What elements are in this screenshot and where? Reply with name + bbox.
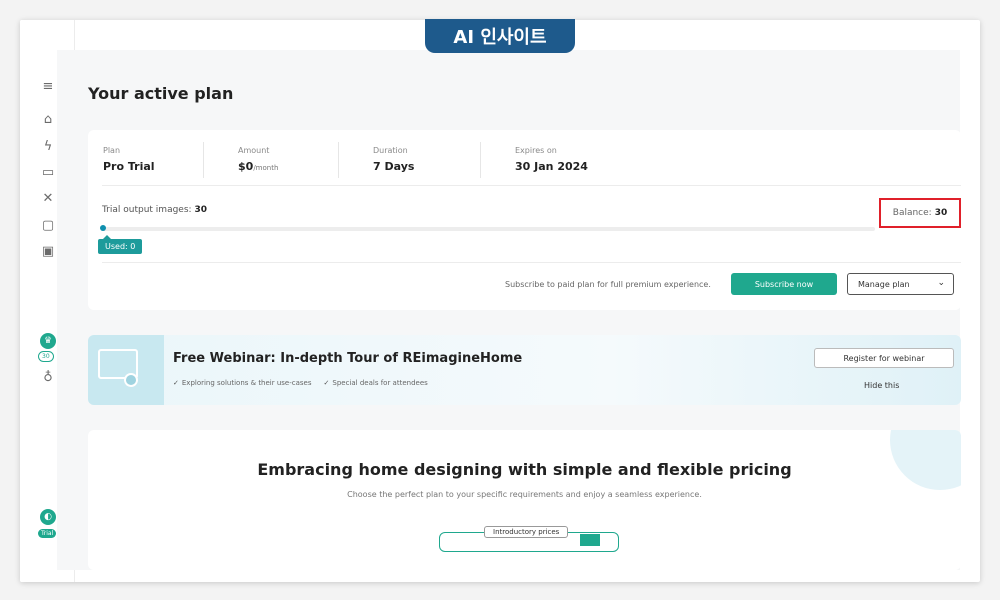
trial-output: Trial output images: 30	[102, 205, 207, 215]
plan-card: Plan Pro Trial Amount $0/month Duration …	[88, 130, 961, 310]
trial-output-value: 30	[194, 205, 207, 215]
divider	[102, 262, 961, 263]
pricing-section: Embracing home designing with simple and…	[88, 430, 961, 570]
manage-plan-label: Manage plan	[858, 279, 910, 289]
amount-value: $0/month	[238, 160, 278, 173]
webinar-illustration	[88, 335, 164, 405]
header-banner: AI 인사이트	[425, 19, 575, 53]
amount-number: $0	[238, 160, 254, 173]
webinar-point-text: Special deals for attendees	[332, 379, 428, 387]
webinar-points: ✓ Exploring solutions & their use-cases ✓…	[173, 379, 428, 387]
plan-stat: Plan Pro Trial	[103, 146, 155, 173]
balance-value: 30	[934, 208, 948, 218]
amount-stat: Amount $0/month	[238, 146, 278, 173]
introductory-prices-label: Introductory prices	[484, 526, 569, 538]
check-icon: ✓	[323, 379, 330, 387]
amount-unit: /month	[253, 164, 279, 172]
subscribe-button[interactable]: Subscribe now	[731, 273, 837, 295]
chat-icon[interactable]: ▢	[40, 218, 56, 234]
plan-label: Plan	[103, 146, 121, 155]
duration-stat: Duration 7 Days	[373, 146, 414, 173]
usage-progress	[102, 227, 875, 231]
webinar-point: ✓ Special deals for attendees	[324, 379, 428, 387]
balance-label: Balance:	[892, 208, 932, 218]
divider	[338, 142, 339, 178]
duration-value: 7 Days	[373, 160, 415, 173]
webinar-title: Free Webinar: In-depth Tour of REimagine…	[173, 351, 523, 366]
divider	[203, 142, 204, 178]
clock-icon	[124, 373, 138, 387]
pricing-tag	[580, 534, 600, 546]
trial-chip: Trial	[38, 529, 57, 538]
duration-label: Duration	[373, 146, 408, 155]
gallery-icon[interactable]: ▣	[40, 244, 56, 260]
lightning-icon[interactable]: ϟ	[40, 139, 56, 155]
chevron-down-icon: ⌄	[937, 278, 945, 288]
menu-icon[interactable]: ≡	[40, 79, 56, 95]
crown-icon[interactable]: ♛	[40, 333, 56, 349]
register-webinar-button[interactable]: Register for webinar	[814, 348, 954, 368]
pricing-subtitle: Choose the perfect plan to your specific…	[347, 490, 702, 499]
webinar-banner: Free Webinar: In-depth Tour of REimagine…	[88, 335, 961, 405]
webinar-point-text: Exploring solutions & their use-cases	[181, 379, 312, 387]
divider	[102, 185, 961, 186]
credits-chip: 30	[38, 351, 54, 362]
balance-box: Balance: 30	[879, 198, 961, 228]
divider	[480, 142, 481, 178]
plan-value: Pro Trial	[103, 160, 155, 173]
hide-link[interactable]: Hide this	[864, 381, 899, 390]
user-avatar-icon[interactable]: ◐	[40, 509, 56, 525]
webinar-point: ✓ Exploring solutions & their use-cases	[173, 379, 312, 387]
page-title: Your active plan	[88, 84, 234, 103]
expires-value: 30 Jan 2024	[515, 160, 588, 173]
amount-label: Amount	[238, 146, 270, 155]
expires-stat: Expires on 30 Jan 2024	[515, 146, 588, 173]
home-icon[interactable]: ⌂	[40, 112, 56, 128]
check-icon: ✓	[173, 379, 179, 387]
moneybag-icon[interactable]: ♁	[40, 370, 56, 386]
folder-icon[interactable]: ▭	[40, 165, 56, 181]
trial-output-label: Trial output images:	[102, 205, 192, 215]
used-chip: Used: 0	[98, 235, 143, 254]
usage-marker	[100, 225, 106, 231]
tools-icon[interactable]: ✕	[40, 191, 56, 207]
manage-plan-button[interactable]: Manage plan ⌄	[847, 273, 954, 295]
expires-label: Expires on	[515, 146, 557, 155]
pricing-title: Embracing home designing with simple and…	[257, 460, 792, 479]
subscribe-text: Subscribe to paid plan for full premium …	[505, 280, 711, 289]
